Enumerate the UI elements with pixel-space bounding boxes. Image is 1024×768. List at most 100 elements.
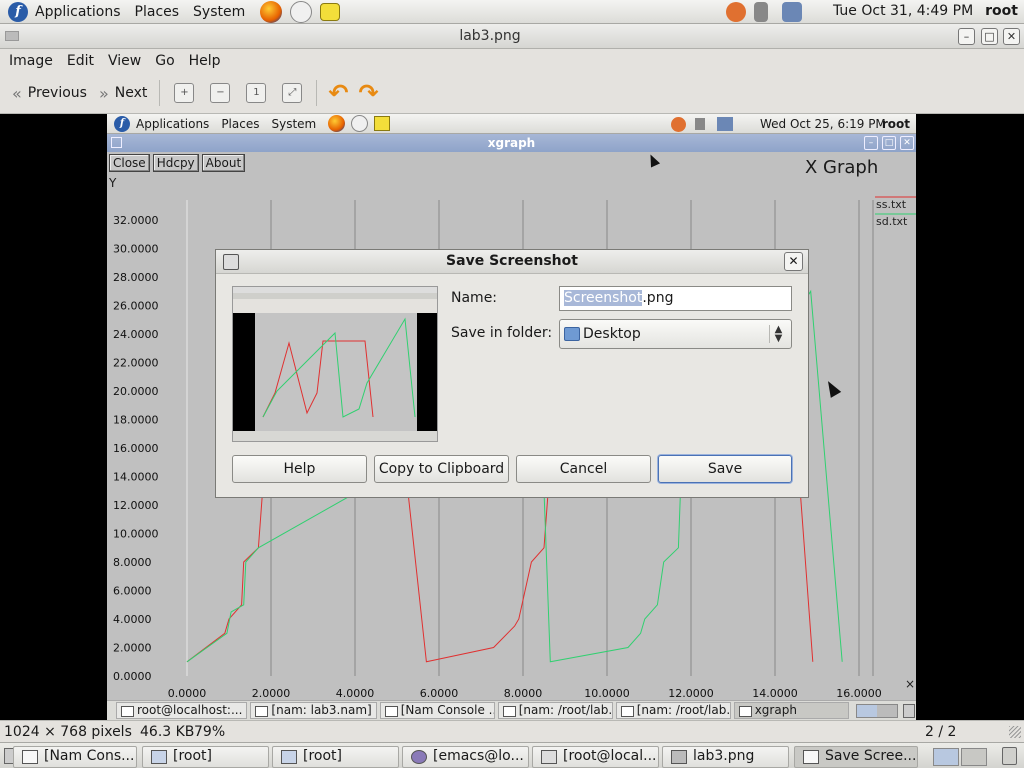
folder-icon (151, 750, 167, 764)
task-emacs[interactable]: [emacs@lo... (402, 746, 529, 768)
menu-go[interactable]: Go (148, 53, 181, 69)
zoom-normal-button[interactable]: 1 (246, 83, 267, 103)
firefox-launcher-icon[interactable] (260, 0, 283, 23)
rotate-left-button[interactable]: ↶ (328, 79, 348, 107)
task-label: [root] (303, 748, 342, 764)
menu-places[interactable]: Places (128, 4, 187, 20)
inner-task-item: [Nam Console ... (379, 702, 495, 719)
inner-trash-icon (902, 703, 915, 718)
y-tick-label: 18.0000 (113, 414, 159, 427)
statusbar: 1024 × 768 pixels 46.3 KB 79% 2 / 2 (0, 720, 1024, 742)
y-tick-label: 16.0000 (113, 442, 159, 455)
window-titlebar[interactable]: lab3.png – □ ✕ (0, 24, 1024, 49)
inner-workspace-switcher (855, 703, 898, 718)
menu-edit[interactable]: Edit (60, 53, 101, 69)
zoom-in-button[interactable]: + (174, 83, 195, 103)
copy-to-clipboard-button[interactable]: Copy to Clipboard (374, 455, 509, 483)
rotate-right-button[interactable]: ↷ (359, 79, 379, 107)
menu-image[interactable]: Image (2, 53, 60, 69)
top-panel: f Applications Places System Tue Oct 31,… (0, 0, 1024, 24)
fedora-logo-icon[interactable]: f (8, 1, 28, 22)
zoom-level: 79% (194, 724, 226, 740)
update-tray-icon[interactable] (726, 2, 746, 22)
folder-icon (281, 750, 297, 764)
minimize-button[interactable]: – (958, 28, 975, 45)
x-tick-label: 0.0000 (168, 687, 207, 700)
menu-help[interactable]: Help (182, 53, 228, 69)
image-dimensions: 1024 × 768 pixels (4, 724, 132, 740)
preview-lines (262, 317, 416, 418)
y-tick-label: 0.0000 (113, 670, 152, 683)
y-tick-label: 24.0000 (113, 328, 159, 341)
filename-extension: .png (642, 290, 674, 306)
y-tick-label: 32.0000 (113, 214, 159, 227)
corner-marker: × (905, 677, 915, 691)
task-root-terminal[interactable]: [root@local... (532, 746, 659, 768)
folder-value: Desktop (583, 326, 641, 342)
dialog-close-button[interactable]: ✕ (784, 252, 803, 271)
y-tick-label: 20.0000 (113, 385, 159, 398)
y-tick-label: 22.0000 (113, 357, 159, 370)
mail-launcher-icon[interactable] (290, 0, 313, 23)
chevron-up-down-icon: ▲ ▼ (769, 325, 787, 344)
menu-view[interactable]: View (101, 53, 148, 69)
menu-system[interactable]: System (186, 4, 252, 20)
window-icon (22, 750, 38, 764)
task-label: [emacs@lo... (433, 748, 524, 764)
volume-tray-icon[interactable] (754, 2, 768, 22)
filename-input[interactable]: Screenshot.png (559, 286, 792, 311)
close-button[interactable]: ✕ (1003, 28, 1020, 45)
legend-label: sd.txt (876, 215, 908, 228)
preview-toolbar (233, 299, 437, 313)
file-size: 46.3 KB (140, 724, 195, 740)
next-button[interactable]: » Next (93, 78, 153, 108)
zoom-fit-button[interactable]: ⤢ (282, 83, 303, 103)
workspace-1[interactable] (933, 748, 959, 766)
preview-graph (255, 313, 417, 431)
network-tray-icon[interactable] (782, 2, 802, 22)
x-tick-label: 4.0000 (336, 687, 375, 700)
toolbar: « Previous » Next + − 1 ⤢ ↶ ↷ (0, 73, 1024, 114)
panel-clock[interactable]: Tue Oct 31, 4:49 PM (833, 3, 973, 19)
task-root-folder-2[interactable]: [root] (272, 746, 399, 768)
y-tick-label: 2.0000 (113, 642, 152, 655)
folder-label: Save in folder: (451, 325, 553, 341)
panel-user[interactable]: root (985, 3, 1018, 19)
trash-icon[interactable] (1002, 747, 1017, 765)
y-tick-label: 26.0000 (113, 300, 159, 313)
maximize-button[interactable]: □ (981, 28, 998, 45)
x-tick-label: 2.0000 (252, 687, 291, 700)
workspace-2[interactable] (961, 748, 987, 766)
zoom-out-button[interactable]: − (210, 83, 231, 103)
y-tick-label: 10.0000 (113, 528, 159, 541)
terminal-icon (541, 750, 557, 764)
dialog-title: Save Screenshot (446, 253, 578, 269)
y-tick-label: 8.0000 (113, 556, 152, 569)
task-save-screenshot[interactable]: Save Scree... (794, 746, 918, 768)
cancel-button[interactable]: Cancel (516, 455, 651, 483)
x-tick-label: 14.0000 (752, 687, 798, 700)
image-position: 2 / 2 (925, 724, 957, 740)
task-nam-console[interactable]: [Nam Cons... (13, 746, 137, 768)
inner-task-item: xgraph (733, 702, 849, 719)
emacs-icon (411, 750, 427, 764)
previous-button[interactable]: « Previous (6, 78, 93, 108)
y-tick-label: 4.0000 (113, 613, 152, 626)
inner-task-item: [nam: /root/lab... (615, 702, 731, 719)
y-tick-label: 6.0000 (113, 585, 152, 598)
dialog-titlebar[interactable]: Save Screenshot ✕ (216, 250, 808, 274)
help-button[interactable]: Help (232, 455, 367, 483)
menu-applications[interactable]: Applications (28, 4, 128, 20)
save-button[interactable]: Save (658, 455, 792, 483)
screenshot-preview (232, 286, 438, 442)
task-lab3-png[interactable]: lab3.png (662, 746, 789, 768)
folder-combobox[interactable]: Desktop ▲ ▼ (559, 319, 792, 349)
notes-launcher-icon[interactable] (320, 2, 341, 21)
task-root-folder[interactable]: [root] (142, 746, 269, 768)
y-tick-label: 12.0000 (113, 499, 159, 512)
window-title: lab3.png (459, 28, 521, 44)
folder-icon (564, 327, 580, 341)
menubar: Image Edit View Go Help (0, 49, 1024, 73)
previous-label: Previous (27, 85, 87, 101)
resize-grip-icon[interactable] (1009, 726, 1021, 738)
